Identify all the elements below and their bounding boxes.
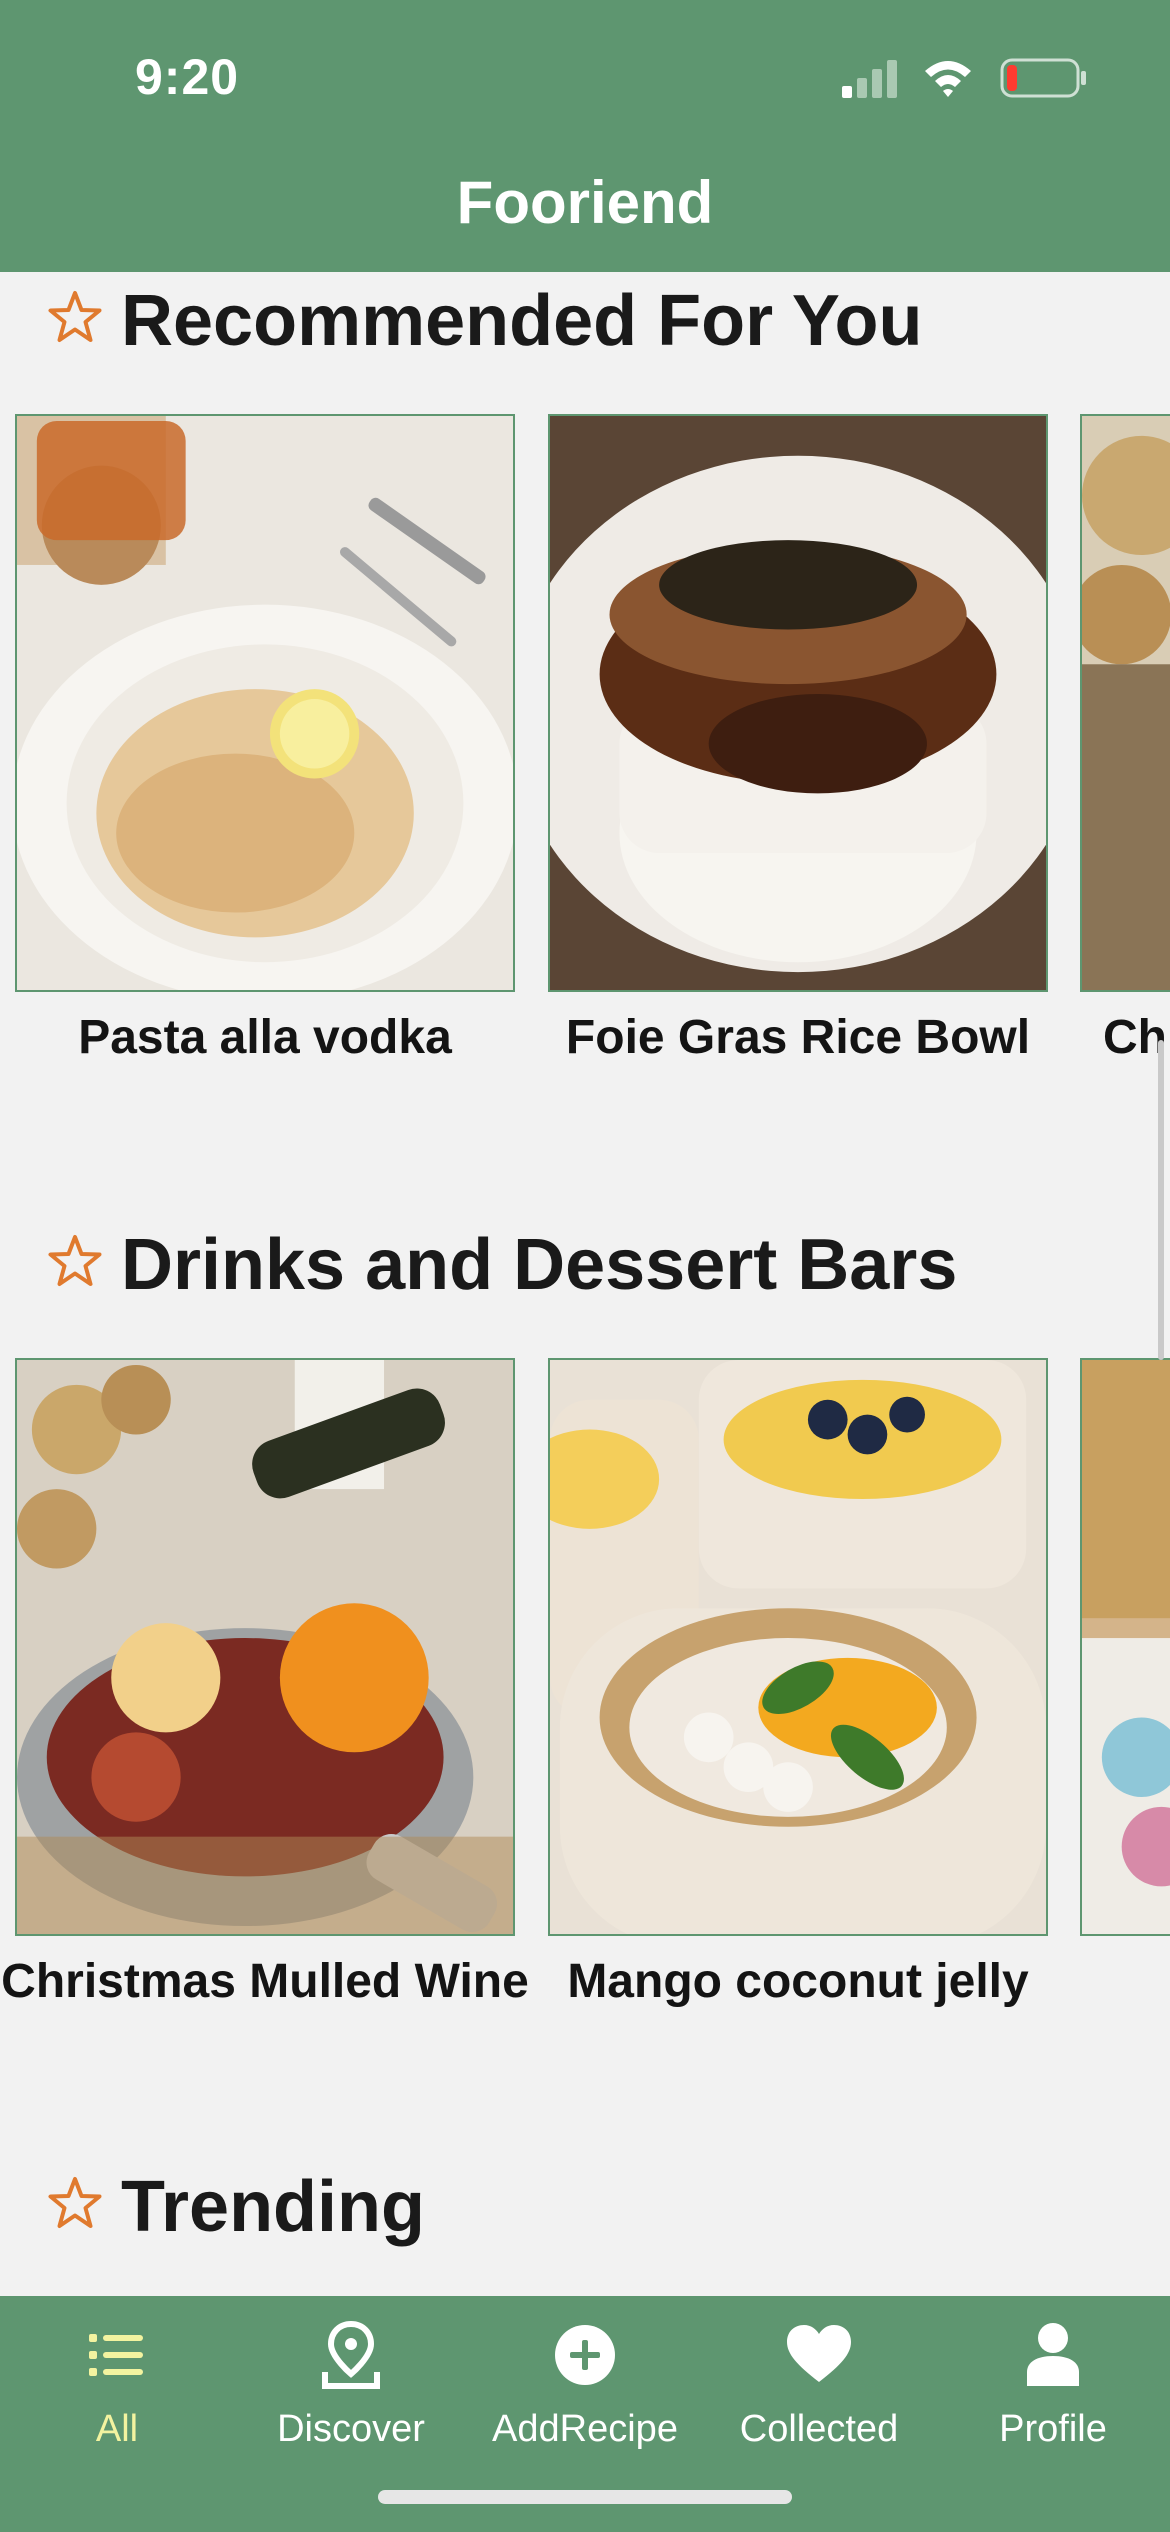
status-time: 9:20: [135, 49, 240, 105]
app-screen: 9:20 Fooriend Recommended For You Pasta …: [0, 0, 1170, 2532]
tab-collected[interactable]: Collected: [702, 2296, 936, 2466]
recipe-carousel-drinks[interactable]: Christmas Mulled Wine Mango coconut jell…: [0, 1358, 1170, 2058]
recipe-image-foie-gras[interactable]: [548, 414, 1048, 992]
tab-label: Profile: [999, 2408, 1107, 2450]
wifi-icon: [925, 61, 971, 97]
recipe-carousel-recommended[interactable]: Pasta alla vodka Foie Gras Rice Bowl Ch: [0, 414, 1170, 1114]
tab-label: Collected: [739, 2408, 899, 2450]
recipe-image-pasta[interactable]: [15, 414, 515, 992]
tab-label: AddRecipe: [492, 2408, 678, 2450]
heart-icon: [787, 2325, 851, 2382]
tab-profile[interactable]: Profile: [936, 2296, 1170, 2466]
tab-all[interactable]: All: [0, 2296, 234, 2466]
recipe-title: Foie Gras Rice Bowl: [565, 1011, 1031, 1064]
recipe-image-mango-coconut[interactable]: [548, 1358, 1048, 1936]
map-pin-icon: [322, 2320, 380, 2389]
recipe-title: Christmas Mulled Wine: [1, 1955, 529, 2008]
cellular-signal-icon: [842, 60, 897, 98]
plus-circle-icon: [555, 2325, 615, 2385]
tab-label: Discover: [277, 2408, 425, 2450]
section-title: Drinks and Dessert Bars: [121, 1225, 958, 1305]
home-indicator[interactable]: [378, 2490, 792, 2504]
person-icon: [1027, 2323, 1079, 2386]
recipe-title: Pasta alla vodka: [78, 1011, 452, 1064]
tab-add-recipe[interactable]: AddRecipe: [468, 2296, 702, 2466]
section-title: Recommended For You: [121, 281, 923, 361]
list-icon: [89, 2334, 143, 2376]
recipe-image-partial[interactable]: [1080, 414, 1170, 992]
section-title: Trending: [121, 2167, 425, 2247]
app-title: Fooriend: [456, 169, 714, 236]
star-outline-icon: [48, 2177, 102, 2228]
recipe-image-mulled-wine[interactable]: [15, 1358, 515, 1936]
recipe-title: Mango coconut jelly: [567, 1955, 1029, 2008]
tab-label: All: [95, 2408, 139, 2450]
tab-discover[interactable]: Discover: [234, 2296, 468, 2466]
scroll-indicator[interactable]: [1158, 1040, 1164, 1360]
battery-low-icon: [1000, 58, 1086, 98]
recipe-image-partial[interactable]: [1080, 1358, 1170, 1936]
app-header: 9:20 Fooriend: [0, 0, 1170, 272]
star-outline-icon: [48, 1235, 102, 1286]
status-icons: [840, 56, 1090, 100]
recipe-title: Ch: [1103, 1011, 1167, 1064]
star-outline-icon: [48, 291, 102, 342]
